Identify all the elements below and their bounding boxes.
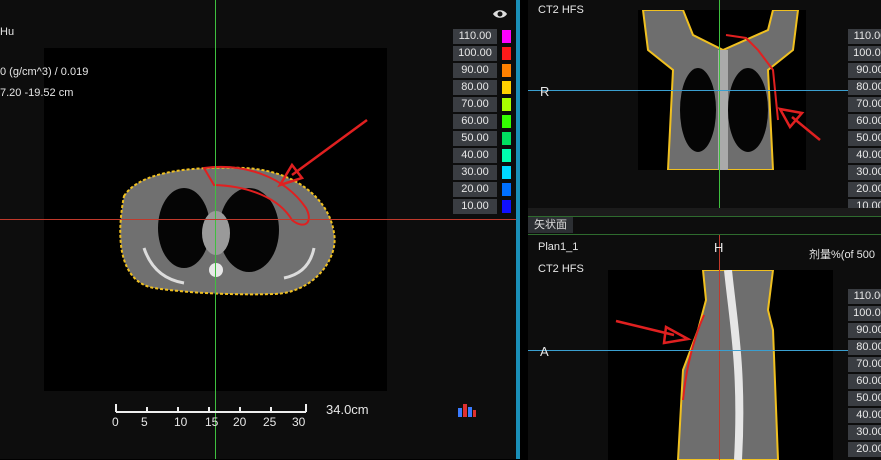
legend-swatch <box>502 149 511 162</box>
tab-sagittal[interactable]: 矢状面 <box>528 217 573 233</box>
legend-value: 80.00 <box>848 80 881 95</box>
legend-value: 90.00 <box>848 323 881 338</box>
axial-view[interactable]: Hu 0 (g/cm^3) / 0.019 7.20 -19.52 cm 110… <box>0 0 516 459</box>
legend-value: 60.00 <box>848 374 881 389</box>
legend-value: 70.00 <box>848 97 881 112</box>
sagittal-orientation-left: A <box>540 344 549 359</box>
legend-value: 40.00 <box>848 408 881 423</box>
plan-label: Plan1_1 <box>538 241 579 253</box>
legend-value: 90.00 <box>848 63 881 78</box>
sagittal-crosshair-vertical <box>719 235 720 460</box>
coordinate-label: 7.20 -19.52 cm <box>0 87 74 99</box>
legend-swatch <box>502 30 511 43</box>
legend-value: 100.00 <box>848 46 881 61</box>
legend-value: 50.00 <box>848 391 881 406</box>
legend-value: 40.00 <box>848 148 881 163</box>
legend-swatch <box>502 200 511 213</box>
legend-value: 100.00 <box>848 306 881 321</box>
eye-icon[interactable] <box>492 8 508 20</box>
sagittal-view[interactable]: 矢状面 Plan1_1 CT2 HFS H A 剂量%(of 500 110.0… <box>528 216 881 460</box>
legend-swatch <box>502 64 511 77</box>
legend-value: 10.00 <box>453 199 497 214</box>
sagittal-crosshair-horizontal <box>528 350 881 351</box>
legend-value: 60.00 <box>848 114 881 129</box>
legend-value: 30.00 <box>453 165 497 180</box>
legend-value: 20.00 <box>453 182 497 197</box>
legend-swatch <box>502 132 511 145</box>
axial-crosshair-horizontal <box>0 219 516 220</box>
axial-crosshair-vertical <box>215 0 216 459</box>
coronal-crosshair-vertical <box>719 0 720 208</box>
legend-value: 20.00 <box>848 182 881 197</box>
legend-swatch <box>502 183 511 196</box>
legend-value: 30.00 <box>848 425 881 440</box>
sagittal-title: CT2 HFS <box>538 263 584 275</box>
hu-label: Hu <box>0 26 15 38</box>
legend-value: 30.00 <box>848 165 881 180</box>
legend-value: 50.00 <box>453 131 497 146</box>
sagittal-tab-border <box>528 234 881 235</box>
color-bars-icon[interactable] <box>457 402 477 418</box>
scale-tick-label: 30 <box>292 415 306 429</box>
coronal-view[interactable]: CT2 HFS R 110.00 100.00 90.00 80.00 70.00 60.… <box>528 0 881 208</box>
scale-bar <box>115 404 307 413</box>
legend-value: 70.00 <box>453 97 497 112</box>
scale-length-label: 34.0cm <box>326 402 369 417</box>
legend-swatch <box>502 81 511 94</box>
legend-swatch <box>502 47 511 60</box>
legend-swatch <box>502 115 511 128</box>
scale-tick-label: 5 <box>141 415 148 429</box>
legend-swatch <box>502 166 511 179</box>
sagittal-annotation-arrow <box>615 319 692 345</box>
legend-value: 10.00 <box>848 199 881 208</box>
legend-swatch <box>502 98 511 111</box>
legend-value: 80.00 <box>453 80 497 95</box>
legend-value: 50.00 <box>848 131 881 146</box>
scale-tick-label: 0 <box>112 415 119 429</box>
axial-annotation-arrow <box>277 118 368 188</box>
legend-value: 70.00 <box>848 357 881 372</box>
coronal-title: CT2 HFS <box>538 4 584 16</box>
legend-value: 100.00 <box>453 46 497 61</box>
scale-tick-label: 15 <box>205 415 219 429</box>
legend-value: 40.00 <box>453 148 497 163</box>
main-separator[interactable] <box>516 0 520 459</box>
scale-tick-label: 10 <box>174 415 188 429</box>
legend-value: 110.00 <box>848 29 881 44</box>
legend-value: 60.00 <box>453 114 497 129</box>
coronal-orientation-label: R <box>540 84 550 99</box>
legend-value: 90.00 <box>453 63 497 78</box>
scale-tick-label: 25 <box>263 415 277 429</box>
scale-tick-label: 20 <box>233 415 247 429</box>
legend-value: 20.00 <box>848 442 881 457</box>
sagittal-orientation-top: H <box>714 240 724 255</box>
legend-value: 80.00 <box>848 340 881 355</box>
dose-label: 剂量%(of 500 <box>809 249 876 261</box>
legend-value: 110.00 <box>848 289 881 304</box>
coronal-crosshair-horizontal <box>528 90 881 91</box>
right-separator[interactable] <box>528 208 881 216</box>
density-label: 0 (g/cm^3) / 0.019 <box>0 66 89 78</box>
sagittal-ct-image <box>608 269 833 460</box>
coronal-annotation-arrow <box>777 107 821 141</box>
legend-value: 110.00 <box>453 29 497 44</box>
